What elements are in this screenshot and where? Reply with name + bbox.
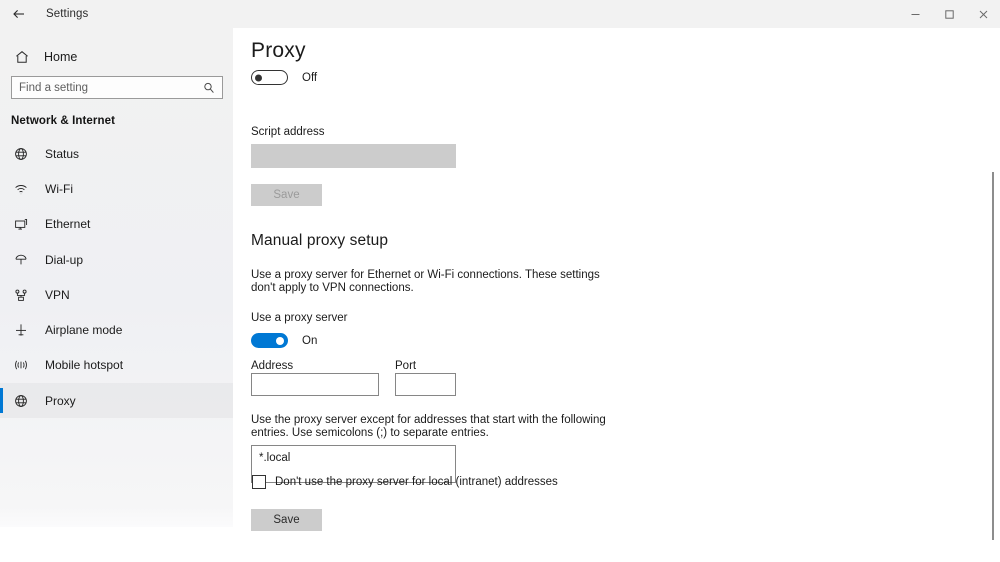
sidebar-item-label: Airplane mode [45,323,123,338]
search-icon[interactable] [199,82,219,94]
sidebar-item-vpn[interactable]: VPN [0,277,233,312]
port-input[interactable] [395,373,456,396]
globe-icon [12,394,30,408]
sidebar-home-label: Home [44,50,78,64]
sidebar-item-proxy[interactable]: Proxy [0,383,233,418]
sidebar-item-status[interactable]: Status [0,136,233,171]
use-proxy-label: Use a proxy server [251,312,348,324]
dialup-icon [12,253,30,267]
manual-setup-description-line2: don't apply to VPN connections. [251,282,414,294]
address-input[interactable] [251,373,379,396]
selection-indicator [0,388,3,414]
sidebar-item-label: VPN [45,287,70,302]
maximize-button[interactable] [932,0,966,28]
sidebar-item-label: Wi-Fi [45,181,73,196]
sidebar-item-label: Proxy [45,393,76,408]
wifi-icon [12,182,30,196]
globe-icon [12,147,30,161]
sidebar-item-ethernet[interactable]: Ethernet [0,207,233,242]
auto-proxy-toggle[interactable] [251,70,288,85]
minimize-button[interactable] [898,0,932,28]
manual-setup-heading: Manual proxy setup [251,232,389,249]
sidebar-item-label: Ethernet [45,217,91,232]
home-icon [12,50,32,64]
search-input[interactable]: Find a setting [11,76,223,99]
main-content: Proxy Off Script address Save Manual pro… [233,28,1000,562]
auto-proxy-toggle-state: Off [302,71,318,84]
sidebar-item-wifi[interactable]: Wi-Fi [0,171,233,206]
title-bar: Settings [0,0,1000,28]
sidebar: Home Find a setting Network & Internet S… [0,28,233,527]
use-proxy-toggle[interactable] [251,333,288,348]
page-title: Proxy [251,39,306,62]
search-placeholder: Find a setting [19,81,89,94]
sidebar-item-label: Status [45,146,80,161]
sidebar-item-label: Dial-up [45,252,84,267]
bypass-local-label: Don't use the proxy server for local (in… [275,476,558,488]
sidebar-section-title: Network & Internet [11,115,116,127]
sidebar-item-airplane-mode[interactable]: Airplane mode [0,312,233,347]
bypass-local-row[interactable]: Don't use the proxy server for local (in… [252,475,558,489]
address-label: Address [251,360,294,372]
scrollbar-thumb[interactable] [992,172,994,540]
port-label: Port [395,360,417,372]
save-button-manual[interactable]: Save [251,509,322,531]
sidebar-item-home[interactable]: Home [0,42,233,72]
auto-proxy-toggle-row: Off [251,70,317,85]
exceptions-description-line2: entries. Use semicolons (;) to separate … [251,427,489,439]
use-proxy-toggle-state: On [302,334,318,347]
bypass-local-checkbox[interactable] [252,475,266,489]
vpn-icon [12,288,30,302]
sidebar-item-label: Mobile hotspot [45,358,124,373]
ethernet-icon [12,217,30,231]
toggle-knob [276,336,284,345]
save-button-auto: Save [251,184,322,206]
toggle-knob [255,74,262,81]
airplane-icon [12,323,30,337]
sidebar-item-mobile-hotspot[interactable]: Mobile hotspot [0,348,233,383]
window-title: Settings [46,8,89,20]
window-controls [898,0,1000,28]
use-proxy-toggle-row: On [251,333,317,348]
back-arrow-icon[interactable] [6,0,32,28]
sidebar-nav-list: Status Wi-Fi Ethernet Dial-up VPN Airpla… [0,136,233,418]
sidebar-item-dialup[interactable]: Dial-up [0,242,233,277]
hotspot-icon [12,358,30,372]
script-address-label: Script address [251,126,325,138]
close-button[interactable] [966,0,1000,28]
script-address-input [251,144,456,168]
